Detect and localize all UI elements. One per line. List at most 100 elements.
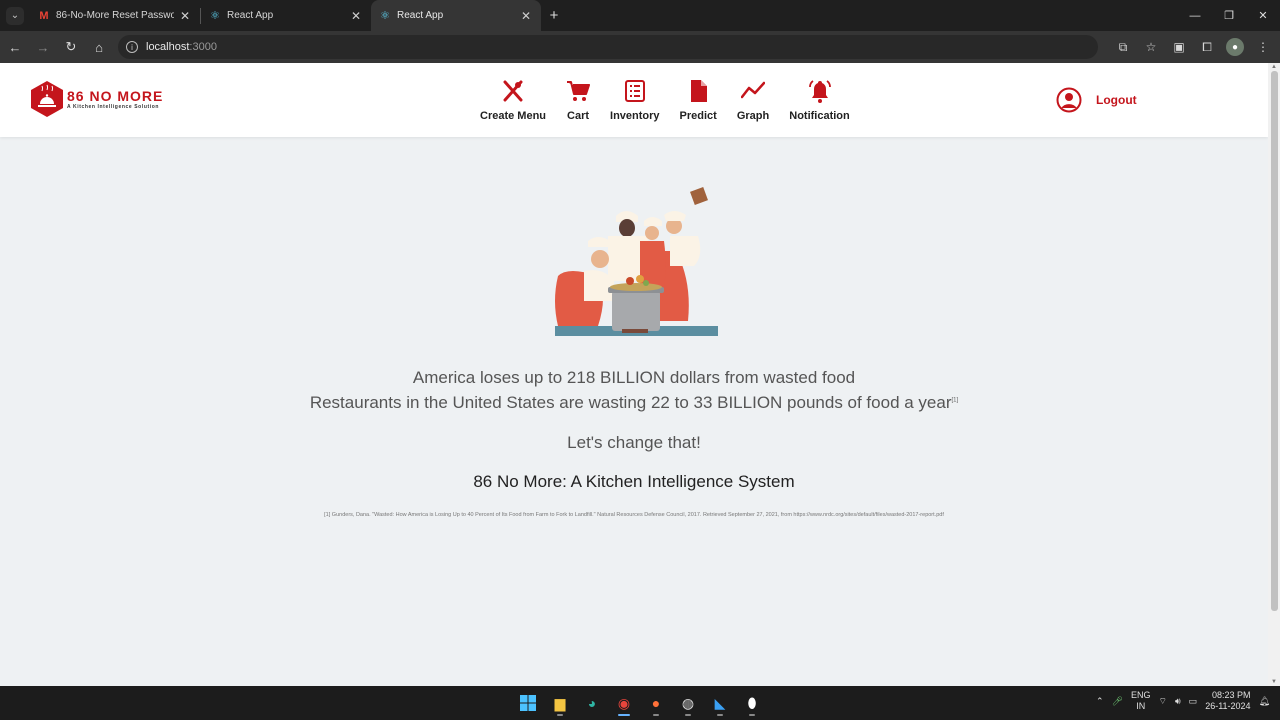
logo-hexagon-icon [31, 81, 63, 117]
running-indicator [557, 714, 563, 716]
windows-logo-icon [520, 695, 536, 711]
browser-tab-bar: ⌄ M 86-No-More Reset Password - ✕ ⚛ Reac… [0, 0, 1280, 31]
browser-tab[interactable]: M 86-No-More Reset Password - ✕ [30, 0, 200, 31]
window-controls: — ❐ ✕ [1178, 0, 1280, 31]
minimize-button[interactable]: — [1178, 0, 1212, 31]
running-indicator [749, 714, 755, 716]
windows-start-icon[interactable] [514, 690, 542, 716]
nav-create-menu[interactable]: Create Menu [470, 79, 556, 122]
tab-search-button[interactable]: ⌄ [0, 0, 30, 31]
react-icon: ⚛ [210, 10, 220, 22]
nav-label: Predict [679, 110, 717, 122]
nav-label: Notification [789, 110, 850, 122]
url-port: :3000 [189, 41, 217, 53]
extensions-puzzle-icon[interactable]: ⧠ [1196, 34, 1218, 60]
edge-icon[interactable]: ◕ [578, 690, 606, 716]
running-indicator [685, 714, 691, 716]
bell-icon [808, 80, 831, 103]
page-tagline: 86 No More: A Kitchen Intelligence Syste… [473, 472, 795, 491]
github-logo-icon: ◍ [681, 694, 695, 711]
browser-tab[interactable]: ⚛ React App ✕ [201, 0, 371, 31]
forward-button[interactable]: → [30, 34, 56, 60]
browser-toolbar: ← → ↻ ⌂ i localhost:3000 ⧉ ☆ ▣ ⧠ ● ⋮ [0, 31, 1280, 63]
extension-icon[interactable]: ▣ [1168, 34, 1190, 60]
running-indicator [717, 714, 723, 716]
nav-label: Cart [567, 110, 590, 122]
close-icon[interactable]: ✕ [351, 9, 361, 23]
reload-button[interactable]: ↻ [58, 34, 84, 60]
folder-icon: ▆ [554, 694, 566, 711]
scroll-up-arrow-icon[interactable]: ▲ [1271, 64, 1277, 70]
microphone-icon[interactable]: 🎤︎ [1112, 696, 1123, 707]
avatar: ● [1226, 38, 1244, 56]
back-button[interactable]: ← [2, 34, 28, 60]
clock-time: 08:23 PM [1212, 690, 1251, 700]
info-icon[interactable]: i [126, 41, 138, 53]
volume-icon[interactable]: 🔊︎ [1175, 696, 1181, 707]
tab-title: React App [227, 10, 274, 21]
firefox-icon[interactable]: ● [642, 690, 670, 716]
firefox-logo-icon: ● [651, 695, 661, 711]
citation-ref-link[interactable]: [1] [952, 397, 959, 403]
language-code: ENG [1131, 690, 1151, 700]
app-logo[interactable]: 86 NO MORE A Kitchen Intelligence Soluti… [29, 80, 163, 118]
system-tray: ⌃ 🎤︎ ENG IN ⌔ 🔊︎ ▭ 08:23 PM 26-11-2024 🔔… [1096, 690, 1270, 712]
nav-inventory[interactable]: Inventory [600, 79, 670, 122]
scroll-down-arrow-icon[interactable]: ▼ [1271, 679, 1277, 685]
running-indicator [653, 714, 659, 716]
new-tab-button[interactable]: + [541, 0, 567, 31]
nav-cart[interactable]: Cart [556, 79, 600, 122]
nav-notification[interactable]: Notification [779, 79, 860, 122]
user-profile-icon[interactable] [1056, 87, 1082, 113]
window-close-button[interactable]: ✕ [1246, 0, 1280, 31]
region-code: IN [1136, 701, 1146, 711]
profile-avatar[interactable]: ● [1224, 34, 1246, 60]
stat-line-2-text: Restaurants in the United States are was… [309, 393, 952, 412]
page-viewport: 86 NO MORE A Kitchen Intelligence Soluti… [0, 63, 1280, 686]
react-icon: ⚛ [380, 10, 390, 22]
github-desktop-icon[interactable]: ◍ [674, 690, 702, 716]
restore-button[interactable]: ❐ [1212, 0, 1246, 31]
nav-label: Create Menu [480, 110, 547, 122]
wifi-icon[interactable]: ⌔ [1159, 696, 1167, 707]
scrollbar-thumb[interactable] [1271, 71, 1278, 611]
chevron-up-icon[interactable]: ⌃ [1096, 696, 1104, 707]
browser-tab-active[interactable]: ⚛ React App ✕ [371, 0, 541, 31]
close-icon[interactable]: ✕ [180, 9, 190, 23]
line-chart-icon [741, 81, 766, 99]
mongodb-logo-icon: ⬮ [747, 694, 757, 711]
logout-button[interactable]: Logout [1096, 93, 1137, 107]
logo-subtitle: A Kitchen Intelligence Solution [67, 104, 160, 110]
nav-label: Inventory [610, 110, 660, 122]
vscode-logo-icon: ◣ [714, 694, 726, 711]
utensils-icon [503, 80, 523, 102]
clock-date: 26-11-2024 [1205, 701, 1251, 711]
document-icon [691, 80, 708, 102]
bookmark-star-icon[interactable]: ☆ [1140, 34, 1162, 60]
clock[interactable]: 08:23 PM 26-11-2024 [1205, 690, 1250, 712]
gmail-icon: M [39, 9, 49, 22]
nav-label: Graph [736, 110, 770, 122]
cart-icon [567, 81, 591, 101]
file-explorer-icon[interactable]: ▆ [546, 690, 574, 716]
install-app-icon[interactable]: ⧉ [1112, 34, 1134, 60]
home-button[interactable]: ⌂ [86, 34, 112, 60]
user-area: Logout [1056, 87, 1137, 113]
vscode-icon[interactable]: ◣ [706, 690, 734, 716]
call-to-action: Let's change that! [567, 433, 701, 452]
language-indicator[interactable]: ENG IN [1131, 690, 1151, 712]
edge-logo-icon: ◕ [587, 695, 597, 711]
url-host: localhost [146, 41, 190, 53]
close-icon[interactable]: ✕ [521, 9, 531, 23]
page-scrollbar[interactable]: ▲ ▼ [1268, 63, 1280, 686]
chefs-cooking-illustration [555, 187, 718, 336]
notification-bell-icon[interactable]: 🔔︎ [1259, 696, 1270, 707]
mongodb-compass-icon[interactable]: ⬮ [738, 690, 766, 716]
citation-footnote: [1] Gunders, Dana. "Wasted: How America … [324, 512, 944, 518]
chrome-icon[interactable]: ◉ [610, 690, 638, 716]
more-menu-icon[interactable]: ⋮ [1252, 34, 1274, 60]
nav-graph[interactable]: Graph [727, 79, 779, 122]
nav-predict[interactable]: Predict [670, 79, 727, 122]
address-bar[interactable]: i localhost:3000 [118, 35, 1098, 59]
battery-icon[interactable]: ▭ [1189, 696, 1198, 707]
